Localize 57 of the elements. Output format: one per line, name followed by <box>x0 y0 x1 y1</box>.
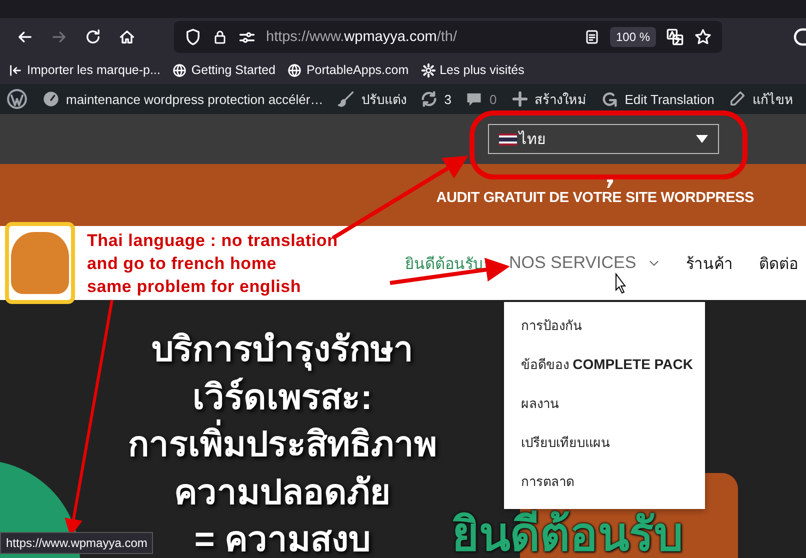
flag-icon <box>499 132 517 146</box>
menu-item[interactable]: การป้องกัน <box>504 308 705 347</box>
wordpress-logo-icon <box>6 88 28 110</box>
admin-bar-item[interactable]: ปรับแต่ง <box>337 88 406 110</box>
reload-icon <box>84 28 102 46</box>
zoom-badge[interactable]: 100 % <box>610 27 656 47</box>
star-icon <box>694 28 712 46</box>
admin-bar-item[interactable]: maintenance wordpress protection accélér… <box>42 90 324 108</box>
lock-icon <box>212 28 228 46</box>
caret-icon <box>696 135 708 143</box>
pencil-icon <box>728 90 746 108</box>
bookmark-link[interactable]: Importer les marque-p... <box>8 62 160 78</box>
logo-frame[interactable] <box>5 222 75 304</box>
menu-item[interactable]: การตลาด <box>504 464 705 503</box>
banner-text: AUDIT GRATUIT DE VOTRE SITE WORDPRESS <box>436 190 754 206</box>
headline-line: = ความสงบ <box>194 519 371 558</box>
nav-link[interactable]: ยินดีต้อนรับ <box>405 250 483 276</box>
shield-icon <box>184 28 202 46</box>
nav-link[interactable]: NOS SERVICES <box>509 253 660 273</box>
brush-icon <box>337 90 356 108</box>
status-url: https://www.wpmayya.com <box>0 532 154 554</box>
language-select[interactable]: ไทย <box>488 124 719 154</box>
reader-view-icon <box>584 29 600 45</box>
admin-bar-item[interactable]: แก้ไขห <box>728 88 794 110</box>
cursor-icon <box>616 272 626 294</box>
url-text: https://www.wpmayya.com/th/ <box>266 29 458 45</box>
admin-bar-item[interactable]: Edit Translation <box>600 90 714 108</box>
home-icon <box>118 28 136 46</box>
bookmark-link[interactable]: PortableApps.com <box>287 62 409 78</box>
menu-item[interactable]: เปรียบเทียบแผน <box>504 425 705 464</box>
menu-item[interactable]: ข้อดีของ COMPLETE PACK <box>504 347 705 386</box>
address-bar[interactable]: https://www.wpmayya.com/th/ 100 % <box>174 21 722 53</box>
menu-item[interactable]: ผลงาน <box>504 386 705 425</box>
gear-icon <box>420 62 436 78</box>
plus-icon <box>510 90 529 108</box>
admin-bar-item[interactable]: 3 <box>420 90 452 108</box>
admin-bar-item[interactable]: สร้างใหม่ <box>510 88 587 110</box>
annotation-text: Thai language : no translation and go to french home same problem for english <box>87 230 339 298</box>
headline-line: การเพิ่มประสิทธิภาพ <box>128 421 437 468</box>
nav-link[interactable]: ติดต่อ <box>759 250 798 276</box>
headline-line: ความปลอดภัย <box>174 472 391 514</box>
globe-icon <box>172 62 188 78</box>
globe-icon <box>287 62 302 78</box>
translate-icon <box>600 90 619 108</box>
headline-line: บริการบำรุงรักษา <box>152 329 414 373</box>
nav-link[interactable]: ร้านค้า <box>686 250 734 276</box>
bookmark-link[interactable]: Getting Started <box>172 62 276 78</box>
gauge-icon <box>42 90 60 108</box>
translate-icon <box>666 28 684 46</box>
headline-line: เวิร์ดเพรสะ: <box>192 376 372 418</box>
photo-placeholder <box>11 232 69 294</box>
bookmark-link[interactable]: Les plus visités <box>420 62 524 78</box>
import-icon <box>8 62 23 78</box>
quote-icon <box>606 178 614 188</box>
admin-bar-item[interactable]: 0 <box>465 90 497 108</box>
sync-icon <box>420 90 438 108</box>
wordpress-menu[interactable] <box>6 88 28 110</box>
